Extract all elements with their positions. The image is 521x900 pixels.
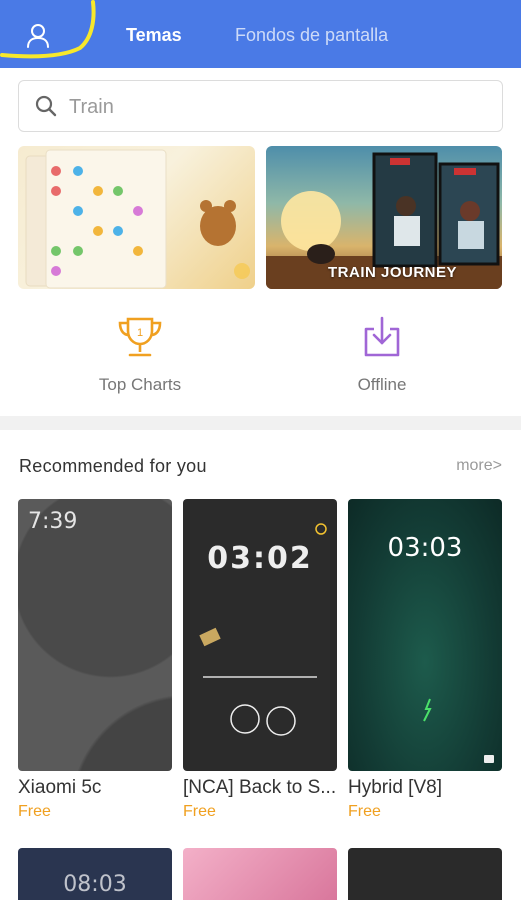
search-icon — [35, 95, 57, 117]
svg-text:1: 1 — [137, 327, 143, 339]
theme-thumbnail[interactable] — [183, 848, 337, 900]
theme-thumbnail[interactable]: 03:03 — [348, 499, 502, 771]
top-charts-shortcut[interactable]: 1 Top Charts — [60, 315, 220, 395]
top-bar: Temas Fondos de pantalla — [0, 0, 521, 68]
theme-thumbnail[interactable]: 03:02 — [183, 499, 337, 771]
search-input[interactable] — [69, 91, 489, 123]
theme-price: Free — [183, 803, 216, 820]
section-divider — [0, 416, 521, 430]
theme-card[interactable]: 03:02 [NCA] Back to S... Free — [183, 499, 337, 821]
theme-card[interactable]: 03:03 Hybrid [V8] Free — [348, 499, 502, 821]
tab-wallpapers[interactable]: Fondos de pantalla — [235, 25, 388, 46]
chalkboard-art — [199, 523, 327, 736]
yellow-highlight-scribble — [0, 0, 96, 59]
theme-thumbnail[interactable] — [348, 848, 502, 900]
theme-thumbnail[interactable]: 7:39 — [18, 499, 172, 771]
tab-themes[interactable]: Temas — [126, 25, 182, 46]
thumbnail-clock: 7:39 — [28, 509, 78, 534]
fantasy-theme-art — [25, 149, 250, 289]
banner-fantasy[interactable] — [18, 146, 255, 289]
theme-name: [NCA] Back to S... — [183, 777, 337, 798]
theme-name: Xiaomi 5c — [18, 777, 102, 798]
theme-name: Hybrid [V8] — [348, 777, 442, 798]
forest-art — [423, 698, 494, 763]
theme-price: Free — [348, 803, 381, 820]
theme-card[interactable]: 7:39 Xiaomi 5c Free — [18, 499, 172, 821]
download-icon — [364, 316, 400, 357]
offline-shortcut[interactable]: Offline — [302, 315, 462, 395]
banner-title: TRAIN JOURNEY — [328, 264, 458, 281]
profile-button[interactable] — [22, 20, 54, 52]
theme-thumbnail[interactable]: 08:03 — [18, 848, 172, 900]
theme-price: Free — [18, 803, 51, 820]
offline-label: Offline — [357, 375, 407, 394]
search-box[interactable] — [18, 80, 503, 132]
banner-train-journey[interactable]: TRAIN JOURNEY — [266, 146, 502, 289]
section-title: Recommended for you — [19, 456, 207, 476]
top-charts-label: Top Charts — [98, 375, 182, 394]
trophy-icon: 1 — [118, 317, 162, 357]
thumbnail-clock: 08:03 — [63, 872, 127, 897]
more-link[interactable]: more> — [456, 457, 502, 475]
person-icon — [27, 24, 49, 48]
